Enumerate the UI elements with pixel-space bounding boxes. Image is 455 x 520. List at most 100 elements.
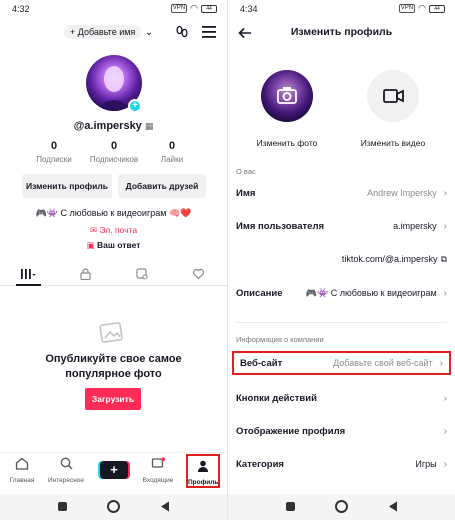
answer-icon: ▣ bbox=[86, 240, 95, 250]
stat-followers-label: Подписчиков bbox=[89, 155, 139, 164]
stat-likes-label: Лайки bbox=[160, 155, 184, 164]
stat-following-count: 0 bbox=[50, 140, 58, 152]
row-website-key: Веб-сайт bbox=[240, 357, 283, 369]
tag-photo-icon bbox=[136, 267, 148, 280]
row-description[interactable]: Описание 🎮👾 С любовью к видеоиграм › bbox=[228, 281, 455, 305]
tab-tagged[interactable] bbox=[114, 262, 171, 285]
edit-profile-button[interactable]: Изменить профиль bbox=[22, 174, 112, 198]
copy-icon[interactable]: ⧉ bbox=[441, 254, 447, 265]
row-name[interactable]: Имя Andrew Impersky › bbox=[228, 181, 455, 205]
footprints-icon[interactable] bbox=[175, 25, 189, 39]
row-profile-display-key: Отображение профиля bbox=[236, 425, 346, 437]
upload-button[interactable]: Загрузить bbox=[85, 388, 141, 410]
heart-lock-icon bbox=[193, 268, 205, 279]
bottom-navigation: Главная Интересное + Входящие Профиль bbox=[0, 452, 227, 490]
battery-icon: 44 bbox=[201, 4, 217, 13]
grid-icon bbox=[21, 268, 36, 279]
bio-text: 🎮👾 С любовью к видеоиграм 🧠❤️ bbox=[35, 208, 192, 218]
recents-icon[interactable] bbox=[286, 502, 295, 511]
profile-photo[interactable] bbox=[261, 70, 313, 122]
nav-home[interactable]: Главная bbox=[0, 457, 44, 484]
empty-title-line2: популярное фото bbox=[65, 368, 162, 380]
wifi-icon: ◠ bbox=[190, 3, 198, 13]
stat-likes-count: 0 bbox=[168, 140, 176, 152]
section-about: О вас bbox=[236, 167, 256, 176]
change-photo-label[interactable]: Изменить фото bbox=[242, 138, 332, 148]
nav-inbox[interactable]: Входящие bbox=[136, 457, 180, 484]
search-icon bbox=[60, 457, 72, 470]
separator bbox=[236, 322, 447, 323]
nav-discover-label: Интересное bbox=[47, 477, 85, 484]
tab-videos[interactable] bbox=[0, 262, 57, 286]
row-profile-display[interactable]: Отображение профиля › bbox=[228, 419, 455, 443]
menu-icon[interactable] bbox=[202, 26, 216, 38]
home-system-icon[interactable] bbox=[107, 500, 120, 513]
profile-screen: 4:32 VPN ◠ 44 + Добавьте имя ⌄ + @a.impe… bbox=[0, 0, 227, 520]
stat-likes[interactable]: 0 Лайки bbox=[142, 140, 202, 164]
row-category[interactable]: Категория Игры › bbox=[228, 452, 455, 476]
vpn-icon: VPN bbox=[170, 4, 188, 13]
account-switcher[interactable]: + Добавьте имя ⌄ bbox=[64, 24, 153, 40]
stat-following[interactable]: 0 Подписки bbox=[24, 140, 84, 164]
chevron-right-icon: › bbox=[443, 287, 447, 299]
stat-followers-count: 0 bbox=[110, 140, 118, 152]
row-name-key: Имя bbox=[236, 187, 256, 199]
username: @a.impersky bbox=[73, 120, 142, 132]
back-system-icon[interactable] bbox=[388, 501, 398, 512]
tab-private[interactable] bbox=[57, 262, 114, 285]
vpn-icon: VPN bbox=[398, 4, 416, 13]
nav-home-label: Главная bbox=[9, 477, 35, 484]
profile-video[interactable] bbox=[367, 70, 419, 122]
add-friends-button[interactable]: Добавить друзей bbox=[118, 174, 206, 198]
page-title: Изменить профиль bbox=[290, 26, 393, 38]
answer-link[interactable]: ▣ Ваш ответ bbox=[0, 240, 227, 251]
row-username-value: a.impersky bbox=[393, 221, 437, 231]
nav-profile[interactable]: Профиль bbox=[186, 454, 220, 488]
row-username-key: Имя пользователя bbox=[236, 220, 325, 232]
profile-icon bbox=[197, 460, 209, 472]
add-avatar-icon[interactable]: + bbox=[128, 99, 142, 113]
change-video-label[interactable]: Изменить видео bbox=[348, 138, 438, 148]
row-category-value: Игры bbox=[415, 459, 437, 469]
nav-discover[interactable]: Интересное bbox=[44, 457, 88, 484]
video-camera-icon bbox=[383, 89, 404, 103]
chevron-down-icon: ⌄ bbox=[145, 26, 153, 37]
email-link[interactable]: ✉ Эл. почта bbox=[0, 225, 227, 236]
system-nav-bar bbox=[0, 494, 227, 520]
chevron-right-icon: › bbox=[443, 425, 447, 437]
nav-profile-label: Профиль bbox=[188, 479, 219, 486]
status-bar-right: 4:34 VPN ◠ 44 bbox=[228, 0, 455, 18]
row-username[interactable]: Имя пользователя a.impersky › bbox=[228, 214, 455, 238]
edit-profile-screen: 4:34 VPN ◠ 44 Изменить профиль Изменить … bbox=[228, 0, 455, 520]
status-time-right: 4:34 bbox=[240, 4, 258, 14]
back-system-icon[interactable] bbox=[160, 501, 170, 512]
row-website-value: Добавьте свой веб-сайт bbox=[333, 358, 433, 368]
create-button[interactable]: + bbox=[100, 461, 128, 479]
row-category-key: Категория bbox=[236, 458, 284, 470]
tab-liked[interactable] bbox=[170, 262, 227, 285]
nav-inbox-label: Входящие bbox=[142, 477, 174, 484]
chevron-right-icon: › bbox=[443, 220, 447, 232]
chevron-right-icon: › bbox=[443, 392, 447, 404]
row-action-buttons[interactable]: Кнопки действий › bbox=[228, 386, 455, 410]
section-company: Информация о компании bbox=[236, 335, 324, 344]
chevron-right-icon: › bbox=[443, 187, 447, 199]
stat-following-label: Подписки bbox=[36, 155, 72, 164]
system-nav-bar-right bbox=[228, 494, 455, 520]
row-link[interactable]: tiktok.com/@a.impersky ⧉ bbox=[228, 247, 455, 271]
row-action-buttons-key: Кнопки действий bbox=[236, 392, 317, 404]
row-description-value: 🎮👾 С любовью к видеоиграм bbox=[305, 287, 437, 298]
email-label: Эл. почта bbox=[99, 225, 138, 235]
inbox-icon bbox=[151, 457, 165, 468]
status-time: 4:32 bbox=[12, 4, 30, 14]
lock-icon bbox=[80, 267, 91, 280]
row-website[interactable]: Веб-сайт Добавьте свой веб-сайт › bbox=[232, 351, 451, 375]
add-name-label: + Добавьте имя bbox=[64, 25, 142, 39]
empty-state-title: Опубликуйте свое самое популярное фото bbox=[0, 352, 227, 382]
qr-code-icon[interactable]: ▦ bbox=[145, 121, 154, 131]
home-system-icon[interactable] bbox=[335, 500, 348, 513]
stat-followers[interactable]: 0 Подписчиков bbox=[84, 140, 144, 164]
profile-link: tiktok.com/@a.impersky bbox=[341, 254, 438, 264]
row-name-value: Andrew Impersky bbox=[367, 188, 437, 198]
recents-icon[interactable] bbox=[58, 502, 67, 511]
